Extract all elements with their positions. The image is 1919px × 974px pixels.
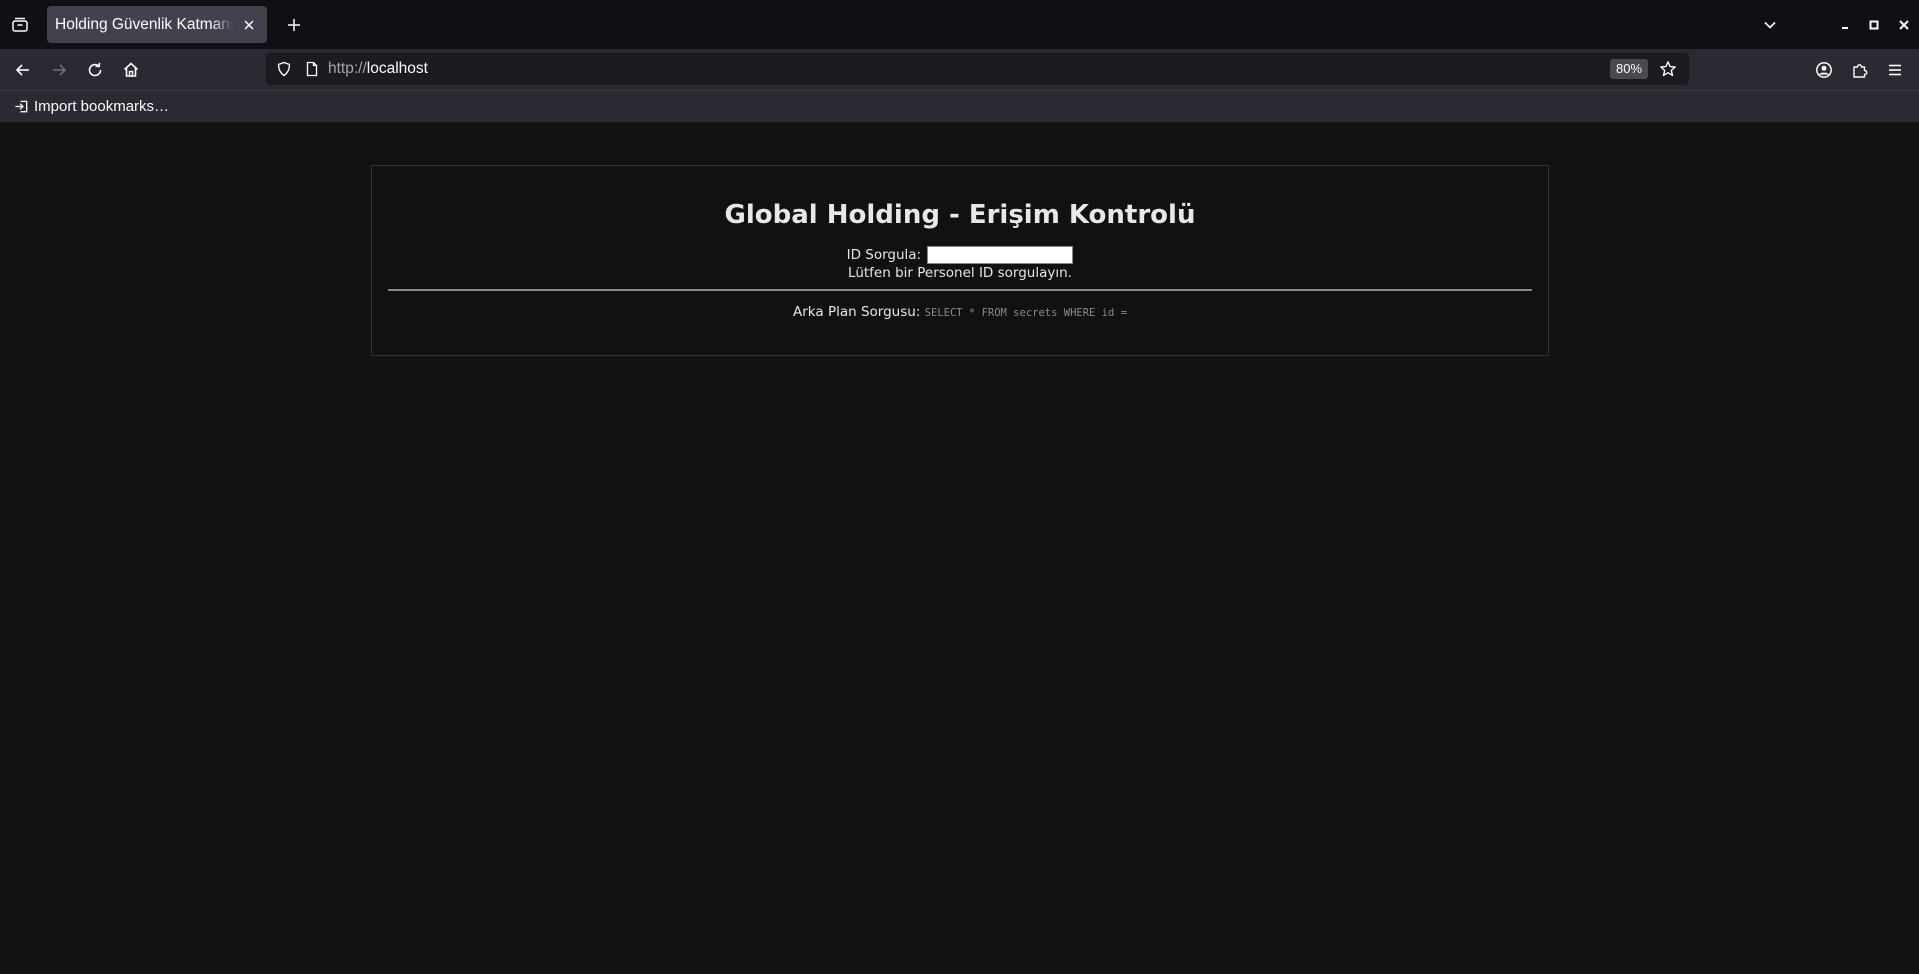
id-query-row: ID Sorgula: (372, 246, 1548, 264)
hamburger-menu-icon (1889, 64, 1901, 76)
url-text[interactable]: http://localhost (328, 59, 428, 79)
access-control-panel: Global Holding - Erişim Kontrolü ID Sorg… (371, 165, 1549, 356)
back-arrow-icon (15, 64, 29, 76)
navigation-toolbar: http://localhost 80% (0, 49, 1919, 90)
tab-active[interactable]: Holding Güvenlik Katmanı v2 (47, 6, 267, 43)
url-bar[interactable]: http://localhost 80% (266, 53, 1689, 85)
url-host: localhost (366, 60, 428, 77)
account-button[interactable] (1808, 54, 1840, 86)
reload-button[interactable] (79, 54, 111, 86)
reload-icon (88, 62, 102, 77)
url-protocol: http:// (328, 60, 367, 77)
page-title: Global Holding - Erişim Kontrolü (724, 200, 1196, 230)
tab-title: Holding Güvenlik Katmanı v2 (55, 15, 233, 33)
back-button[interactable] (7, 54, 39, 86)
extensions-button[interactable] (1844, 54, 1876, 86)
id-query-input[interactable] (927, 246, 1074, 264)
window-close-button[interactable] (1889, 10, 1919, 40)
bookmark-star-button[interactable] (1658, 59, 1678, 79)
tab-list-icon (12, 17, 28, 32)
import-bookmarks-label: Import bookmarks… (34, 98, 170, 115)
window-close-icon (1899, 20, 1909, 30)
bookmarks-toolbar: Import bookmarks… (0, 90, 1919, 122)
list-all-tabs-button[interactable] (1755, 10, 1785, 40)
tracking-protection-button[interactable] (274, 59, 294, 79)
page-icon (306, 61, 318, 77)
close-icon (244, 19, 254, 30)
maximize-icon (1869, 20, 1879, 30)
site-info-button[interactable] (302, 59, 322, 79)
account-icon (1816, 62, 1832, 78)
backend-query-label: Arka Plan Sorgusu: (793, 304, 921, 320)
tab-list-button[interactable] (0, 0, 40, 49)
import-icon (15, 100, 28, 113)
status-message: Lütfen bir Personel ID sorgulayın. (848, 265, 1072, 281)
forward-arrow-icon (53, 64, 67, 76)
divider (388, 289, 1532, 291)
import-bookmarks-button[interactable]: Import bookmarks… (10, 95, 173, 119)
tab-close-button[interactable] (239, 15, 259, 35)
home-icon (123, 62, 139, 77)
minimize-icon (1842, 27, 1848, 29)
backend-query-code: SELECT * FROM secrets WHERE id = (924, 307, 1127, 319)
plus-icon (288, 19, 300, 31)
star-icon (1660, 61, 1676, 77)
page-viewport: Global Holding - Erişim Kontrolü ID Sorg… (0, 122, 1919, 974)
backend-query-row: Arka Plan Sorgusu: SELECT * FROM secrets… (372, 303, 1548, 322)
id-query-label: ID Sorgula: (846, 247, 922, 263)
shield-icon (277, 61, 291, 77)
zoom-level-badge[interactable]: 80% (1610, 59, 1649, 79)
forward-button[interactable] (43, 54, 75, 86)
puzzle-icon (1853, 64, 1868, 78)
app-menu-button[interactable] (1879, 54, 1911, 86)
window-minimize-button[interactable] (1830, 10, 1860, 40)
home-button[interactable] (115, 54, 147, 86)
new-tab-button[interactable] (279, 10, 309, 40)
window-maximize-button[interactable] (1859, 10, 1889, 40)
tab-strip: Holding Güvenlik Katmanı v2 (0, 0, 1919, 49)
chevron-down-icon (1764, 21, 1776, 29)
